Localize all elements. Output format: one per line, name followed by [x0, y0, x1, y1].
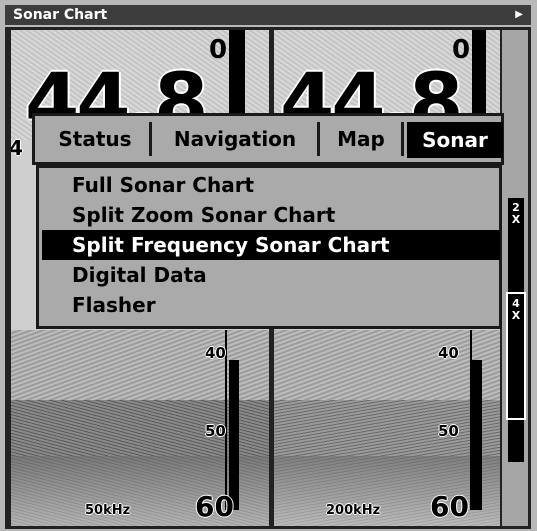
- sonar-submenu: Full Sonar Chart Split Zoom Sonar Chart …: [36, 165, 502, 329]
- menu-item-full-sonar-chart[interactable]: Full Sonar Chart: [42, 170, 500, 200]
- window-title: Sonar Chart: [13, 7, 108, 23]
- menu-item-split-zoom-sonar-chart[interactable]: Split Zoom Sonar Chart: [42, 200, 500, 230]
- zoom-4x-indicator[interactable]: 4X: [506, 292, 526, 420]
- side-digit: 4: [11, 136, 23, 160]
- play-arrow-icon[interactable]: ▶: [515, 5, 523, 25]
- menu-item-split-frequency-sonar-chart[interactable]: Split Frequency Sonar Chart: [42, 230, 500, 260]
- menu-item-flasher[interactable]: Flasher: [42, 290, 500, 320]
- depth-scale-top: 0: [209, 35, 228, 65]
- depth-tick-60: 60: [430, 490, 469, 523]
- page-menu: Status Navigation Map Sonar Full Sonar C…: [32, 113, 504, 333]
- zoom-2x-label: 2X: [511, 201, 521, 226]
- tab-status[interactable]: Status: [41, 122, 152, 156]
- menu-item-digital-data[interactable]: Digital Data: [42, 260, 500, 290]
- title-bar: Sonar Chart ▶: [5, 5, 531, 25]
- frequency-label: 200kHz: [326, 503, 381, 518]
- tab-sonar[interactable]: Sonar: [407, 122, 503, 158]
- frequency-label: 50kHz: [85, 503, 131, 518]
- zoom-bar[interactable]: 2X 4X: [502, 30, 528, 526]
- zoom-4x-label: 4X: [511, 297, 521, 322]
- depth-tick-60: 60: [195, 490, 234, 523]
- depth-tick-50: 50: [205, 422, 226, 440]
- tab-navigation[interactable]: Navigation: [153, 122, 320, 156]
- sonar-device-screen: Sonar Chart ▶ 0 44.8 ft 4 40 50 60 50kHz…: [0, 0, 537, 531]
- tab-map[interactable]: Map: [321, 122, 404, 156]
- depth-tick-50: 50: [438, 422, 459, 440]
- depth-tick-40: 40: [205, 344, 226, 362]
- depth-intensity-bar-lower: [472, 360, 482, 510]
- depth-intensity-bar-lower: [229, 360, 239, 510]
- menu-tabs: Status Navigation Map Sonar: [32, 113, 504, 165]
- depth-scale-line: [470, 330, 472, 510]
- depth-tick-40: 40: [438, 344, 459, 362]
